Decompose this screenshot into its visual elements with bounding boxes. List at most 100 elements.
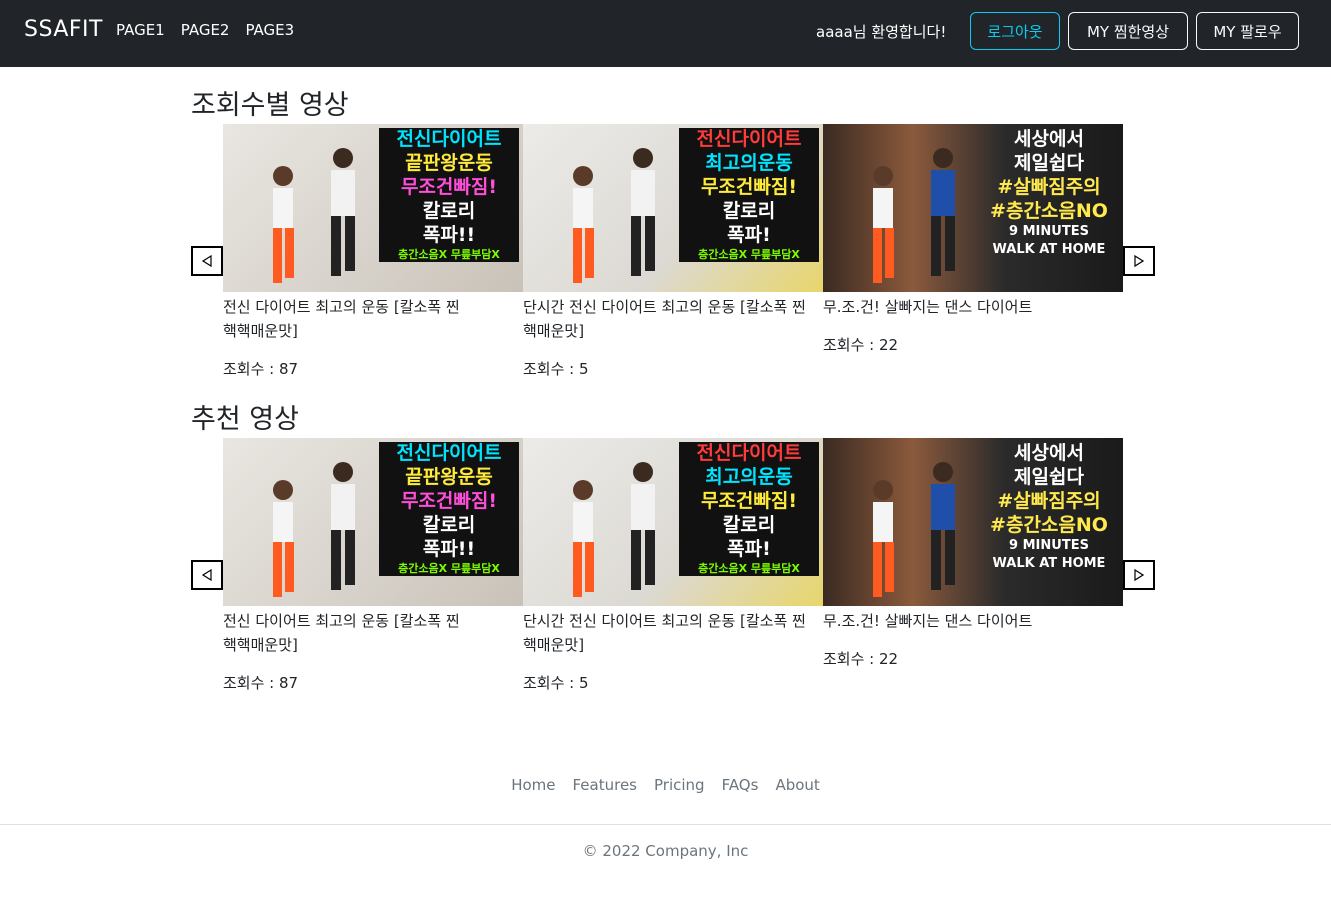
popular-videos-section: 조회수별 영상 전신다이어트 끝판왕운동 무조건빠짐! 칼로리 폭파!! 층간소음X 무릎부… <box>191 83 1156 383</box>
thumbnail-text-line: 층간소음X 무릎부담X <box>698 562 800 575</box>
thumbnail-text-line: 최고의운동 <box>705 152 793 174</box>
thumbnail-text-line: 제일쉽다 <box>1014 152 1084 174</box>
footer-nav: Home Features Pricing FAQs About <box>0 776 1331 794</box>
video-card-list: 전신다이어트 끝판왕운동 무조건빠짐! 칼로리 폭파!! 층간소음X 무릎부담X 전신 다이… <box>223 438 1123 693</box>
nav-link-page2[interactable]: PAGE2 <box>181 21 230 39</box>
thumbnail-text-line: 칼로리 <box>422 514 476 536</box>
exercising-people-image <box>273 148 355 283</box>
thumbnail-text-line: 끝판왕운동 <box>405 152 493 174</box>
thumbnail-text-line: 폭파! <box>727 224 771 246</box>
thumbnail-text-line: #살빠짐주의 <box>997 490 1101 512</box>
video-card[interactable]: 전신다이어트 최고의운동 무조건빠짐! 칼로리 폭파! 층간소음X 무릎부담X 단시간 전신… <box>523 438 823 693</box>
video-title[interactable]: 전신 다이어트 최고의 운동 [칼소폭 찐 핵핵매운맛] <box>223 295 523 343</box>
thumbnail-text-line: 세상에서 <box>1014 442 1084 464</box>
footer-link-pricing[interactable]: Pricing <box>654 776 705 794</box>
welcome-message: aaaa님 환영합니다! <box>816 23 947 41</box>
video-title[interactable]: 단시간 전신 다이어트 최고의 운동 [칼소폭 찐 핵매운맛] <box>523 295 823 343</box>
video-title[interactable]: 전신 다이어트 최고의 운동 [칼소폭 찐 핵핵매운맛] <box>223 609 523 657</box>
video-card[interactable]: 전신다이어트 끝판왕운동 무조건빠짐! 칼로리 폭파!! 층간소음X 무릎부담X 전신 다이… <box>223 438 523 693</box>
top-navbar: SSAFIT PAGE1 PAGE2 PAGE3 aaaa님 환영합니다! 로그… <box>0 0 1331 67</box>
footer-link-features[interactable]: Features <box>573 776 638 794</box>
thumbnail-text-line: 전신다이어트 <box>396 128 502 150</box>
video-title[interactable]: 단시간 전신 다이어트 최고의 운동 [칼소폭 찐 핵매운맛] <box>523 609 823 657</box>
thumbnail-text-line: 9 MINUTES <box>1009 224 1089 239</box>
thumbnail-text-line: 칼로리 <box>722 514 776 536</box>
nav-link-page3[interactable]: PAGE3 <box>245 21 294 39</box>
thumbnail-text-line: #층간소음NO <box>990 200 1108 222</box>
thumbnail-text-line: 무조건빠짐! <box>700 490 798 512</box>
footer-link-faqs[interactable]: FAQs <box>722 776 759 794</box>
thumbnail-text-line: 제일쉽다 <box>1014 466 1084 488</box>
footer-link-about[interactable]: About <box>775 776 819 794</box>
thumbnail-caption: 전신다이어트 최고의운동 무조건빠짐! 칼로리 폭파! 층간소음X 무릎부담X <box>679 128 819 262</box>
video-thumbnail[interactable]: 세상에서 제일쉽다 #살빠짐주의 #층간소음NO 9 MINUTES WALK AT HO… <box>823 438 1123 606</box>
thumbnail-text-line: 무조건빠짐! <box>400 490 498 512</box>
exercising-people-image <box>273 462 355 597</box>
video-card[interactable]: 전신다이어트 끝판왕운동 무조건빠짐! 칼로리 폭파!! 층간소음X 무릎부담X 전신 다이… <box>223 124 523 379</box>
thumbnail-caption: 전신다이어트 끝판왕운동 무조건빠짐! 칼로리 폭파!! 층간소음X 무릎부담X <box>379 442 519 576</box>
thumbnail-caption: 세상에서 제일쉽다 #살빠짐주의 #층간소음NO 9 MINUTES WALK AT HO… <box>979 442 1119 572</box>
thumbnail-text-line: 층간소음X 무릎부담X <box>698 248 800 261</box>
thumbnail-text-line: 최고의운동 <box>705 466 793 488</box>
triangle-right-icon <box>1134 568 1145 582</box>
nav-link-page1[interactable]: PAGE1 <box>116 21 165 39</box>
video-title[interactable]: 무.조.건! 살빠지는 댄스 다이어트 <box>823 295 1123 319</box>
video-thumbnail[interactable]: 전신다이어트 끝판왕운동 무조건빠짐! 칼로리 폭파!! 층간소음X 무릎부담X <box>223 124 523 292</box>
video-card[interactable]: 전신다이어트 최고의운동 무조건빠짐! 칼로리 폭파! 층간소음X 무릎부담X 단시간 전신… <box>523 124 823 379</box>
logout-button[interactable]: 로그아웃 <box>970 12 1060 50</box>
exercising-people-image <box>573 462 655 597</box>
thumbnail-text-line: 무조건빠짐! <box>700 176 798 198</box>
thumbnail-text-line: #층간소음NO <box>990 514 1108 536</box>
nav-links: PAGE1 PAGE2 PAGE3 <box>116 21 294 39</box>
video-thumbnail[interactable]: 전신다이어트 끝판왕운동 무조건빠짐! 칼로리 폭파!! 층간소음X 무릎부담X <box>223 438 523 606</box>
video-view-count: 조회수 : 5 <box>523 674 589 692</box>
video-view-count: 조회수 : 87 <box>223 360 299 378</box>
section-title: 추천 영상 <box>191 404 299 435</box>
thumbnail-text-line: 폭파!! <box>422 224 476 246</box>
thumbnail-text-line: WALK AT HOME <box>992 556 1106 571</box>
video-view-count: 조회수 : 5 <box>523 360 589 378</box>
exercising-people-image <box>873 148 955 283</box>
carousel-prev-button[interactable] <box>191 560 223 590</box>
video-view-count: 조회수 : 22 <box>823 336 899 354</box>
video-view-count: 조회수 : 87 <box>223 674 299 692</box>
video-card[interactable]: 세상에서 제일쉽다 #살빠짐주의 #층간소음NO 9 MINUTES WALK AT HO… <box>823 124 1123 379</box>
thumbnail-text-line: 끝판왕운동 <box>405 466 493 488</box>
video-thumbnail[interactable]: 세상에서 제일쉽다 #살빠짐주의 #층간소음NO 9 MINUTES WALK AT HO… <box>823 124 1123 292</box>
triangle-left-icon <box>201 568 212 582</box>
thumbnail-caption: 전신다이어트 최고의운동 무조건빠짐! 칼로리 폭파! 층간소음X 무릎부담X <box>679 442 819 576</box>
copyright-text: © 2022 Company, Inc <box>582 842 749 860</box>
carousel-next-button[interactable] <box>1123 246 1155 276</box>
exercising-people-image <box>873 462 955 597</box>
thumbnail-text-line: WALK AT HOME <box>992 242 1106 257</box>
carousel-next-button[interactable] <box>1123 560 1155 590</box>
thumbnail-text-line: #살빠짐주의 <box>997 176 1101 198</box>
video-card[interactable]: 세상에서 제일쉽다 #살빠짐주의 #층간소음NO 9 MINUTES WALK AT HO… <box>823 438 1123 693</box>
video-thumbnail[interactable]: 전신다이어트 최고의운동 무조건빠짐! 칼로리 폭파! 층간소음X 무릎부담X <box>523 438 823 606</box>
recommended-videos-section: 추천 영상 전신다이어트 끝판왕운동 무조건빠짐! 칼로리 폭파!! 층간소음X 무릎부담X… <box>191 397 1156 697</box>
footer-link-home[interactable]: Home <box>511 776 555 794</box>
thumbnail-text-line: 칼로리 <box>422 200 476 222</box>
footer-divider <box>0 824 1331 825</box>
video-view-count: 조회수 : 22 <box>823 650 899 668</box>
triangle-left-icon <box>201 254 212 268</box>
triangle-right-icon <box>1134 254 1145 268</box>
thumbnail-text-line: 세상에서 <box>1014 128 1084 150</box>
my-liked-videos-button[interactable]: MY 찜한영상 <box>1068 12 1188 50</box>
thumbnail-caption: 세상에서 제일쉽다 #살빠짐주의 #층간소음NO 9 MINUTES WALK AT HO… <box>979 128 1119 258</box>
thumbnail-text-line: 폭파! <box>727 538 771 560</box>
thumbnail-text-line: 전신다이어트 <box>696 442 802 464</box>
video-thumbnail[interactable]: 전신다이어트 최고의운동 무조건빠짐! 칼로리 폭파! 층간소음X 무릎부담X <box>523 124 823 292</box>
my-follow-button[interactable]: MY 팔로우 <box>1196 12 1299 50</box>
thumbnail-text-line: 전신다이어트 <box>696 128 802 150</box>
exercising-people-image <box>573 148 655 283</box>
thumbnail-text-line: 층간소음X 무릎부담X <box>398 248 500 261</box>
video-title[interactable]: 무.조.건! 살빠지는 댄스 다이어트 <box>823 609 1123 633</box>
thumbnail-text-line: 칼로리 <box>722 200 776 222</box>
brand-logo[interactable]: SSAFIT <box>24 17 103 42</box>
thumbnail-text-line: 9 MINUTES <box>1009 538 1089 553</box>
carousel-prev-button[interactable] <box>191 246 223 276</box>
thumbnail-text-line: 폭파!! <box>422 538 476 560</box>
thumbnail-text-line: 층간소음X 무릎부담X <box>398 562 500 575</box>
section-title: 조회수별 영상 <box>191 90 349 121</box>
